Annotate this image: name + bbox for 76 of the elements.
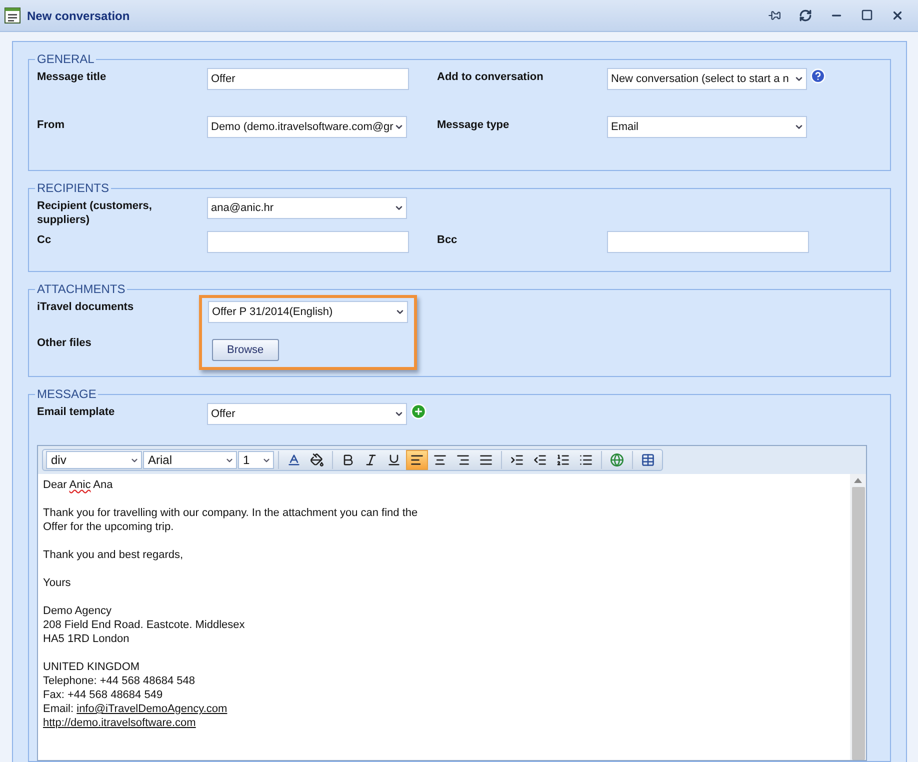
caret-icon (395, 307, 405, 317)
maximize-icon[interactable] (861, 9, 873, 21)
fill-color-icon (310, 453, 324, 467)
align-left-icon (410, 453, 424, 467)
field-label: Message type (437, 118, 510, 133)
field-label: Cc (37, 233, 52, 248)
dropdown[interactable]: New conversation (select to start a n (607, 68, 807, 90)
scrollbar[interactable] (850, 474, 866, 760)
pin-icon[interactable] (768, 9, 781, 22)
field-label: Other files (37, 336, 92, 351)
indent-icon (510, 453, 524, 467)
field-label: Recipient (customers, suppliers) (37, 199, 153, 228)
section-title: MESSAGE (36, 387, 98, 401)
field-label: Add to conversation (437, 70, 544, 85)
section-title: RECIPIENTS (36, 181, 110, 195)
bullet-list-icon (579, 453, 593, 467)
section-title: ATTACHMENTS (36, 282, 126, 296)
field-label: iTravel documents (37, 300, 135, 315)
field-label: Email template (37, 405, 116, 420)
align-center-icon (433, 453, 447, 467)
add-icon[interactable] (410, 403, 427, 420)
field-label: From (37, 118, 66, 133)
caret-icon (794, 74, 804, 84)
caret-icon (394, 203, 404, 213)
font-color-icon (287, 453, 301, 467)
link[interactable]: http://demo.itravelsoftware.com (43, 717, 196, 729)
text-span: Email: (43, 703, 75, 715)
text-line: UNITED KINGDOM (43, 660, 141, 674)
text-span: Dear (43, 479, 68, 491)
refresh-icon[interactable] (799, 9, 812, 22)
dropdown[interactable]: ana@anic.hr (207, 197, 407, 219)
section-title: GENERAL (36, 52, 96, 66)
dropdown[interactable]: Email (607, 116, 807, 138)
italic-icon (364, 453, 378, 467)
text-line: HA5 1RD London (43, 632, 130, 646)
window-title: New conversation (27, 8, 131, 22)
scroll-thumb[interactable] (852, 487, 864, 760)
text-line: Thank you for travelling with our company. In the attachment you can find the (43, 506, 419, 520)
outdent-icon (533, 453, 547, 467)
text-line: Fax: +44 568 48684 549 (43, 688, 164, 702)
format-dropdown[interactable]: div (46, 451, 142, 469)
bold-icon (341, 453, 355, 467)
scroll-up-icon[interactable] (854, 478, 862, 483)
browse-button[interactable]: Browse (212, 339, 279, 361)
text-line: Thank you and best regards, (43, 548, 184, 562)
text-field[interactable] (607, 231, 809, 253)
field-label: Bcc (437, 233, 458, 248)
text-line: Telephone: +44 568 48684 548 (43, 674, 196, 688)
caret-icon (394, 122, 404, 132)
close-icon[interactable] (891, 9, 904, 22)
align-right-icon (456, 453, 470, 467)
text-line: Yours (43, 576, 72, 590)
numbered-list-icon (556, 453, 570, 467)
dropdown[interactable]: Demo (demo.itravelsoftware.com@gr (207, 116, 407, 138)
text-field[interactable] (207, 231, 409, 253)
text-span: Ana (92, 479, 113, 491)
justify-icon (479, 453, 493, 467)
text-field[interactable]: Offer (207, 68, 409, 90)
caret-icon (394, 409, 404, 419)
help-icon[interactable] (810, 68, 826, 84)
format-dropdown[interactable]: 1 (238, 451, 274, 469)
field-label: Message title (37, 70, 108, 85)
format-dropdown[interactable]: Arial (143, 451, 237, 469)
link[interactable]: info@iTravelDemoAgency.com (76, 703, 228, 715)
caret-icon (794, 122, 804, 132)
underline-icon (387, 453, 401, 467)
misspelled-word: Anic (69, 479, 91, 491)
text-line: Offer for the upcoming trip. (43, 520, 175, 534)
text-line: 208 Field End Road. Eastcote. Middlesex (43, 618, 246, 632)
hyperlink-icon (610, 453, 624, 467)
table-icon (641, 453, 655, 467)
dropdown[interactable]: Offer (207, 403, 407, 425)
align-left-button[interactable] (406, 450, 428, 470)
form-icon (4, 7, 21, 24)
dropdown[interactable]: Offer P 31/2014(English) (208, 301, 408, 323)
text-line: Demo Agency (43, 604, 112, 618)
